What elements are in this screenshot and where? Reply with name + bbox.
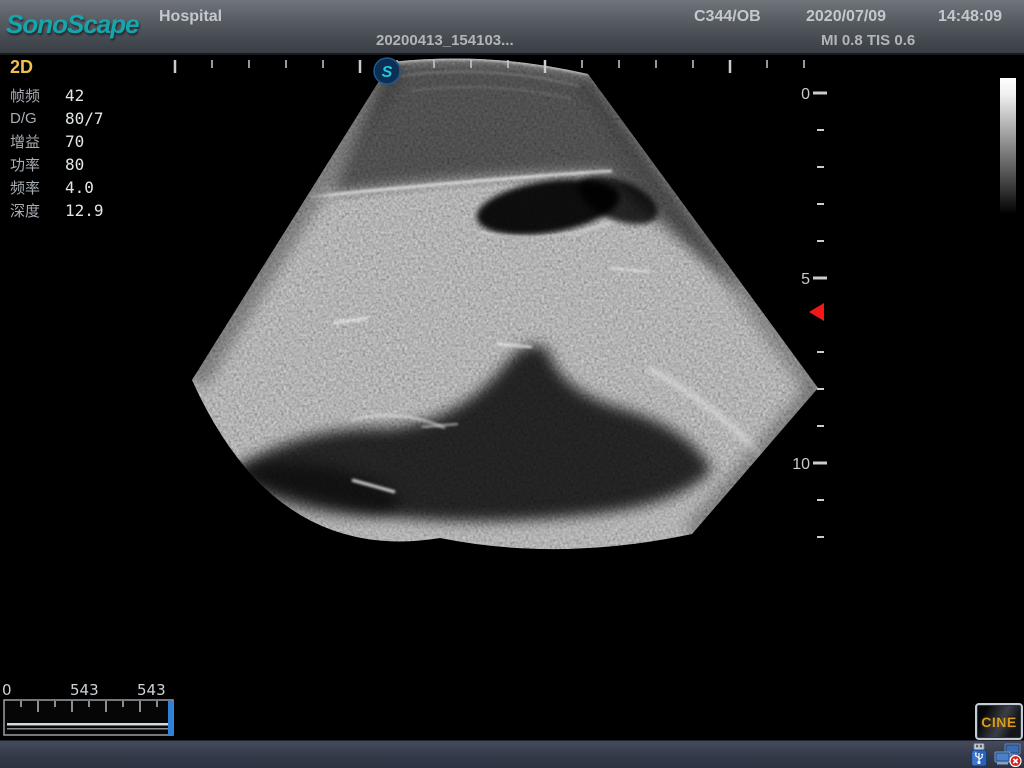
cine-end-label: 543 [137, 681, 166, 699]
orientation-marker-letter: S [382, 64, 393, 81]
cine-track [7, 723, 169, 726]
orientation-marker: S [374, 58, 400, 84]
bmode-fan-image [160, 45, 830, 550]
depth-ruler-labels: 0 5 10 [792, 86, 810, 473]
cine-track-shadow [7, 728, 169, 730]
depth-label-0: 0 [801, 86, 810, 103]
focus-marker-icon [809, 303, 824, 321]
network-disconnected-icon[interactable] [994, 743, 1022, 767]
ultrasound-screen: SonoScape Hospital C344/OB 2020/07/09 14… [0, 0, 1024, 768]
cine-start-label: 0 [2, 681, 12, 699]
depth-label-10: 10 [792, 456, 810, 473]
taskbar [0, 740, 1024, 768]
cine-button[interactable]: CINE [975, 703, 1023, 740]
cine-button-label: CINE [981, 714, 1016, 730]
cine-cursor[interactable] [168, 701, 173, 735]
depth-label-5: 5 [801, 271, 810, 288]
cine-mid-label: 543 [70, 681, 99, 699]
image-area: S 0 5 10 [0, 0, 1024, 768]
red-x-badge [1010, 756, 1021, 767]
grayscale-bar [1000, 78, 1016, 214]
cine-progress-ruler[interactable] [3, 699, 179, 737]
usb-icon[interactable] [966, 743, 992, 767]
